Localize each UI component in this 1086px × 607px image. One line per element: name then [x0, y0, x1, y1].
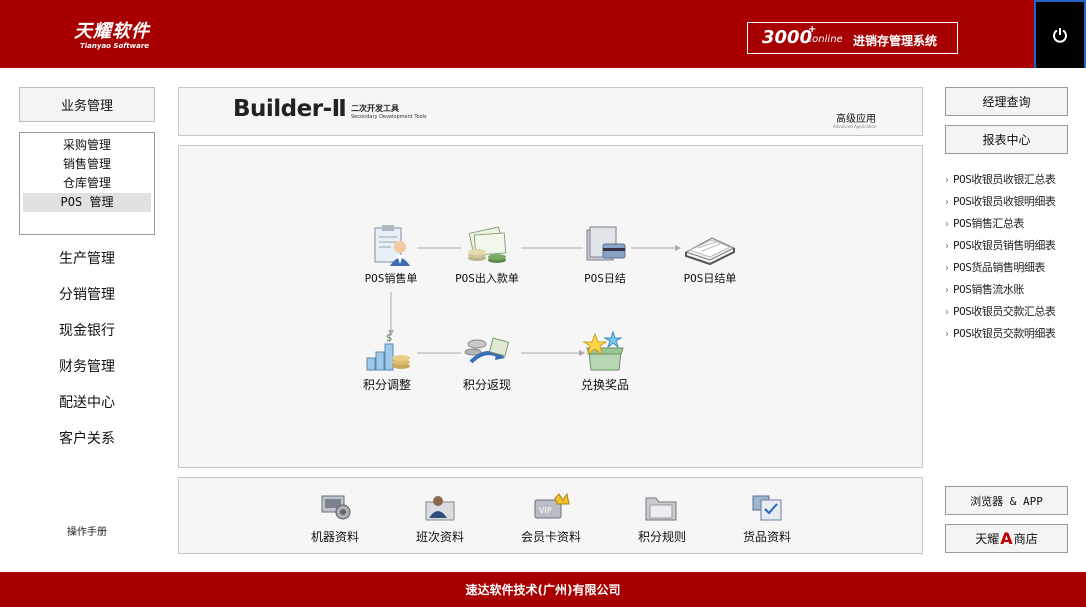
- chevron-right-icon: ›: [945, 329, 949, 340]
- banner-subtitle-cn: 二次开发工具: [351, 104, 399, 113]
- goods-checklist-icon: [752, 495, 782, 521]
- flow-node-pos-sales[interactable]: POS销售单: [341, 224, 441, 286]
- report-link-cashier-payment-detail[interactable]: › POS收银员交款明细表: [945, 326, 1085, 348]
- nav-item-delivery[interactable]: 配送中心: [19, 392, 155, 412]
- nav-item-production[interactable]: 生产管理: [19, 248, 155, 268]
- product-number: 3000: [762, 27, 813, 48]
- report-list: › POS收银员收银汇总表 › POS收银员收银明细表 › POS销售汇总表 › POS…: [945, 172, 1085, 348]
- flow-node-label: POS销售单: [364, 272, 418, 285]
- flow-node-pos-daily-close-sheet[interactable]: POS日结单: [660, 224, 760, 286]
- power-icon: [1053, 28, 1067, 43]
- open-book-icon: [684, 237, 736, 266]
- flow-node-label: 积分返现: [462, 378, 511, 392]
- basic-item-label: 积分规则: [637, 530, 686, 544]
- advanced-app-en: Advanced Application: [833, 124, 877, 129]
- chevron-right-icon: ›: [945, 175, 949, 186]
- basic-item-member-card[interactable]: VIP 会员卡资料: [506, 492, 596, 545]
- left-sidebar: 业务管理: [19, 87, 155, 122]
- report-center-button[interactable]: 报表中心: [945, 125, 1068, 154]
- nav-item-customer[interactable]: 客户关系: [19, 428, 155, 448]
- submenu-item-warehouse[interactable]: 仓库管理: [23, 174, 151, 193]
- rule-folder-icon: [645, 497, 677, 521]
- basic-item-machine[interactable]: 机器资料: [290, 492, 380, 545]
- store-label-post: 商店: [1013, 532, 1038, 546]
- chevron-right-icon: ›: [945, 285, 949, 296]
- basic-data-panel: 机器资料 班次资料 VIP 会员卡资料 积分规则 货品资料: [178, 477, 923, 554]
- product-badge: 3000 + .online 进销存管理系统: [747, 22, 958, 54]
- basic-item-label: 机器资料: [310, 530, 359, 544]
- flow-node-points-cashback[interactable]: 积分返现: [437, 330, 537, 393]
- logo-cn-text: 天耀软件: [74, 21, 150, 42]
- logo-en-text: Tianyao Software: [80, 42, 150, 50]
- svg-text:VIP: VIP: [539, 506, 552, 515]
- top-header: 天耀软件 Tianyao Software 3000 + .online 进销存…: [0, 0, 1086, 68]
- footer-company: 速达软件技术(广州)有限公司: [465, 583, 621, 597]
- chevron-right-icon: ›: [945, 307, 949, 318]
- flow-node-redeem-prize[interactable]: 兑换奖品: [555, 330, 655, 393]
- clipboard-person-icon: [374, 225, 410, 266]
- power-button[interactable]: [1034, 0, 1086, 68]
- flow-connectors: [388, 245, 681, 356]
- footer-bar: 速达软件技术(广州)有限公司: [0, 572, 1086, 607]
- folder-card-icon: [586, 226, 626, 261]
- submenu-item-sales[interactable]: 销售管理: [23, 155, 151, 174]
- flow-node-label: POS日结单: [683, 272, 737, 285]
- basic-item-shift[interactable]: 班次资料: [395, 492, 485, 545]
- advanced-app-link[interactable]: 高级应用: [836, 110, 876, 125]
- basic-item-label: 货品资料: [742, 530, 791, 544]
- browser-app-button[interactable]: 浏览器 & APP: [945, 486, 1068, 515]
- report-link-sales-summary[interactable]: › POS销售汇总表: [945, 216, 1085, 238]
- report-link-cashier-payment-summary[interactable]: › POS收银员交款汇总表: [945, 304, 1085, 326]
- submenu-item-purchase[interactable]: 采购管理: [23, 136, 151, 155]
- report-link-goods-sales-detail[interactable]: › POS货品销售明细表: [945, 260, 1085, 282]
- nav-item-finance[interactable]: 财务管理: [19, 356, 155, 376]
- machine-icon: [321, 495, 351, 520]
- chevron-right-icon: ›: [945, 197, 949, 208]
- basic-item-label: 会员卡资料: [520, 530, 581, 544]
- basic-item-goods[interactable]: 货品资料: [722, 492, 812, 545]
- cash-return-icon: [464, 337, 510, 364]
- money-stack-icon: [468, 226, 507, 263]
- svg-text:$: $: [386, 333, 392, 344]
- flow-node-label: 兑换奖品: [580, 378, 629, 392]
- flow-node-label: 积分调整: [362, 378, 411, 392]
- chevron-right-icon: ›: [945, 219, 949, 230]
- chevron-right-icon: ›: [945, 241, 949, 252]
- flow-node-points-adjust[interactable]: $ 积分调整: [337, 330, 437, 393]
- report-link-cashier-sales-detail[interactable]: › POS收银员销售明细表: [945, 238, 1085, 260]
- store-label-pre: 天耀: [975, 532, 1000, 546]
- report-link-cashier-summary[interactable]: › POS收银员收银汇总表: [945, 172, 1085, 194]
- browser-app-label: 浏览器 & APP: [970, 494, 1043, 508]
- product-name: 进销存管理系统: [853, 34, 938, 48]
- shift-person-icon: [425, 496, 455, 521]
- report-link-sales-journal[interactable]: › POS销售流水账: [945, 282, 1085, 304]
- company-logo: 天耀软件 Tianyao Software: [74, 17, 150, 50]
- product-online: .online: [809, 34, 843, 45]
- flow-node-pos-cash-inout[interactable]: POS出入款单: [437, 224, 537, 286]
- flow-node-label: POS出入款单: [455, 272, 519, 285]
- gift-box-icon: [582, 330, 624, 371]
- report-link-cashier-detail[interactable]: › POS收银员收银明细表: [945, 194, 1085, 216]
- coin-stacks-icon: $: [366, 333, 410, 371]
- flow-node-label: POS日结: [584, 272, 626, 285]
- chevron-right-icon: ›: [945, 263, 949, 274]
- builder-banner: Builder-Ⅱ 二次开发工具 Secondary Development T…: [178, 87, 923, 136]
- tianyao-store-button[interactable]: 天耀 A 商店: [945, 524, 1068, 553]
- nav-item-distribution[interactable]: 分销管理: [19, 284, 155, 304]
- basic-item-points-rule[interactable]: 积分规则: [617, 492, 707, 545]
- user-manual-link[interactable]: 操作手册: [19, 523, 155, 538]
- store-label-a: A: [1000, 529, 1013, 548]
- submenu-item-pos[interactable]: POS 管理: [23, 193, 151, 212]
- flow-node-pos-daily-close[interactable]: POS日结: [555, 224, 655, 286]
- banner-title: Builder-Ⅱ: [233, 96, 347, 122]
- nav-item-cash-bank[interactable]: 现金银行: [19, 320, 155, 340]
- business-submenu: 采购管理 销售管理 仓库管理 POS 管理: [19, 132, 155, 235]
- pos-flow-panel: POS销售单 POS出入款单 POS日结 POS日结单 $ 积分调整 积分返现 …: [178, 145, 923, 468]
- business-management-button[interactable]: 业务管理: [19, 87, 155, 122]
- member-card-icon: VIP: [534, 492, 570, 519]
- manager-query-button[interactable]: 经理查询: [945, 87, 1068, 116]
- basic-item-label: 班次资料: [415, 530, 464, 544]
- banner-subtitle-en: Secondary Development Tools: [351, 114, 427, 120]
